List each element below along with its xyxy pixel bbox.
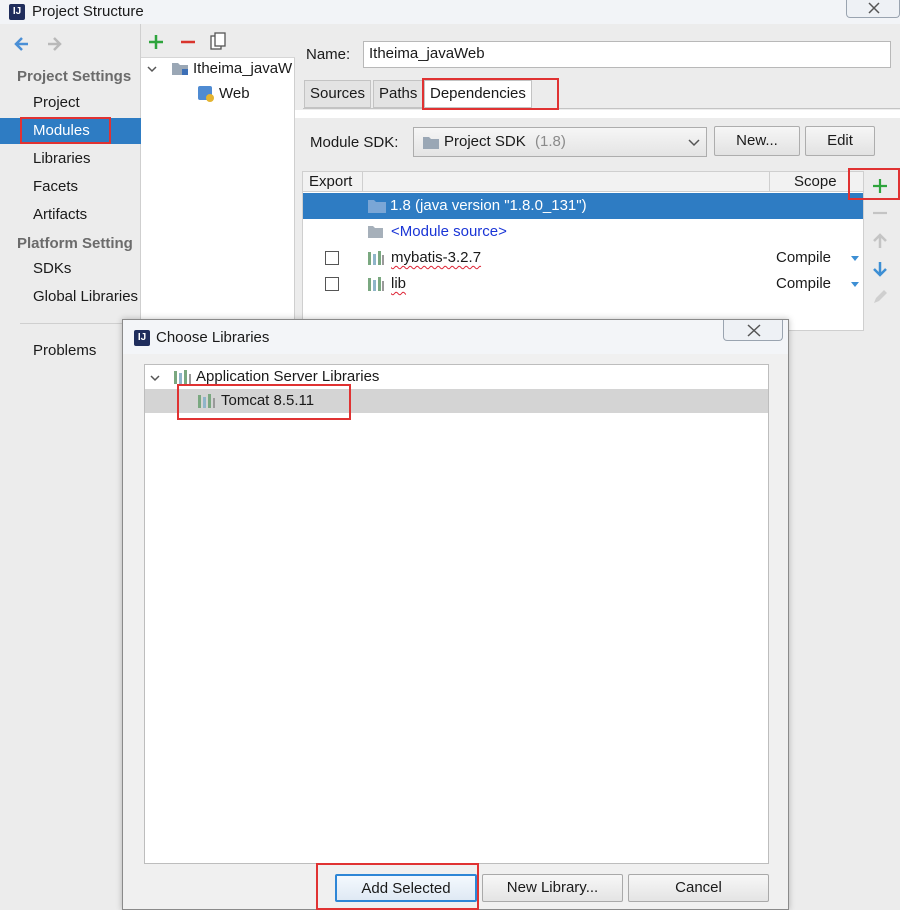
add-module-button[interactable] (147, 33, 165, 55)
library-icon (368, 277, 384, 291)
close-icon (747, 324, 761, 337)
dialog-close-button[interactable] (723, 320, 783, 341)
export-checkbox[interactable] (325, 251, 339, 265)
choose-libraries-dialog: IJ Choose Libraries Application Server L… (122, 319, 789, 910)
dependency-name: mybatis-3.2.7 (391, 249, 482, 266)
jdk-folder-icon (368, 200, 386, 213)
tree-item-module[interactable]: Itheima_javaW (193, 60, 295, 77)
project-settings-header: Project Settings (17, 68, 132, 85)
window-close-button[interactable] (846, 0, 900, 18)
window-title: Project Structure (32, 3, 144, 20)
web-facet-icon (197, 85, 215, 107)
chevron-down-icon[interactable] (149, 372, 161, 384)
tab-paths[interactable]: Paths (373, 80, 424, 108)
tree-item-web[interactable]: Web (219, 85, 250, 102)
chevron-down-icon (688, 139, 700, 147)
dialog-title: Choose Libraries (156, 329, 270, 346)
close-icon (868, 2, 880, 14)
move-down-button[interactable] (870, 259, 890, 279)
platform-settings-header: Platform Setting (17, 235, 133, 252)
dependency-name: 1.8 (java version "1.8.0_131") (390, 197, 587, 214)
column-divider (769, 172, 770, 192)
source-folder-icon (368, 226, 383, 238)
remove-dependency-button[interactable] (870, 203, 890, 223)
sidebar-item-sdks[interactable]: SDKs (0, 256, 141, 282)
tab-dependencies[interactable]: Dependencies (424, 80, 532, 108)
sidebar-item-artifacts[interactable]: Artifacts (0, 202, 141, 228)
scope-column-header[interactable]: Scope (794, 173, 837, 190)
arrow-up-icon (873, 233, 887, 248)
minus-icon (873, 211, 887, 215)
tree-group-application-server-libraries[interactable]: Application Server Libraries (196, 368, 379, 385)
table-header: Export Scope (303, 172, 863, 192)
forward-button[interactable] (44, 34, 64, 58)
export-column-header[interactable]: Export (309, 173, 352, 190)
module-folder-icon (171, 60, 189, 80)
edit-dependency-button[interactable] (870, 287, 890, 307)
copy-icon (210, 32, 226, 50)
scope-dropdown-icon[interactable] (851, 282, 859, 287)
sdk-value: Project SDK (444, 133, 526, 150)
library-icon (198, 394, 215, 408)
scope-value[interactable]: Compile (776, 271, 831, 297)
minus-icon (181, 40, 195, 44)
module-name-input[interactable]: Itheima_javaWeb (363, 41, 891, 68)
move-up-button[interactable] (870, 231, 890, 251)
arrow-left-icon (14, 37, 28, 51)
name-label: Name: (306, 46, 351, 63)
table-row[interactable]: 1.8 (java version "1.8.0_131") (303, 193, 863, 219)
window-title-bar: IJ Project Structure (0, 0, 900, 24)
scope-dropdown-icon[interactable] (851, 256, 859, 261)
tomcat-library-label: Tomcat 8.5.11 (221, 392, 315, 409)
pencil-icon (874, 290, 887, 303)
new-sdk-button[interactable]: New... (714, 126, 800, 156)
sidebar-item-modules[interactable]: Modules (0, 118, 141, 144)
dependency-name: lib (391, 275, 407, 292)
dependency-name: <Module source> (391, 223, 507, 240)
arrow-right-icon (48, 37, 62, 51)
dependencies-table: Export Scope 1.8 (java version "1.8.0_13… (302, 171, 864, 331)
tab-sources[interactable]: Sources (304, 80, 372, 108)
dialog-title-bar: IJ Choose Libraries (123, 320, 788, 354)
add-dependency-button[interactable] (870, 176, 890, 196)
sidebar-item-libraries[interactable]: Libraries (0, 146, 141, 172)
copy-module-button[interactable] (209, 32, 227, 56)
module-sdk-label: Module SDK: (310, 134, 399, 151)
remove-module-button[interactable] (179, 33, 197, 55)
library-icon (368, 251, 384, 265)
column-divider (362, 172, 363, 192)
table-row[interactable]: mybatis-3.2.7 Compile (303, 245, 863, 271)
folder-icon (423, 137, 439, 149)
tab-content-top (295, 110, 900, 118)
plus-icon (873, 179, 887, 193)
sidebar-item-problems[interactable]: Problems (0, 338, 141, 364)
new-library-button[interactable]: New Library... (482, 874, 623, 902)
libraries-tree: Application Server Libraries Tomcat 8.5.… (144, 364, 769, 864)
table-row[interactable]: lib Compile (303, 271, 863, 297)
add-selected-button[interactable]: Add Selected (335, 874, 477, 902)
intellij-app-icon: IJ (134, 330, 150, 346)
export-checkbox[interactable] (325, 277, 339, 291)
table-row[interactable]: <Module source> (303, 219, 863, 245)
scope-value[interactable]: Compile (776, 245, 831, 271)
module-sdk-select[interactable]: Project SDK (1.8) (413, 127, 707, 157)
module-tree-toolbar (141, 24, 295, 58)
list-item[interactable]: Tomcat 8.5.11 (145, 389, 768, 413)
arrow-down-icon (873, 262, 887, 277)
edit-sdk-button[interactable]: Edit (805, 126, 875, 156)
sdk-version: (1.8) (535, 133, 566, 150)
chevron-down-icon[interactable] (146, 62, 158, 79)
settings-sidebar: Project Settings Project Modules Librari… (0, 24, 141, 910)
sidebar-item-project[interactable]: Project (0, 90, 141, 116)
back-button[interactable] (12, 34, 32, 58)
cancel-button[interactable]: Cancel (628, 874, 769, 902)
intellij-app-icon: IJ (9, 4, 25, 20)
sidebar-item-global-libraries[interactable]: Global Libraries (0, 284, 141, 310)
library-icon (174, 370, 191, 384)
sidebar-item-facets[interactable]: Facets (0, 174, 141, 200)
plus-icon (149, 35, 163, 49)
